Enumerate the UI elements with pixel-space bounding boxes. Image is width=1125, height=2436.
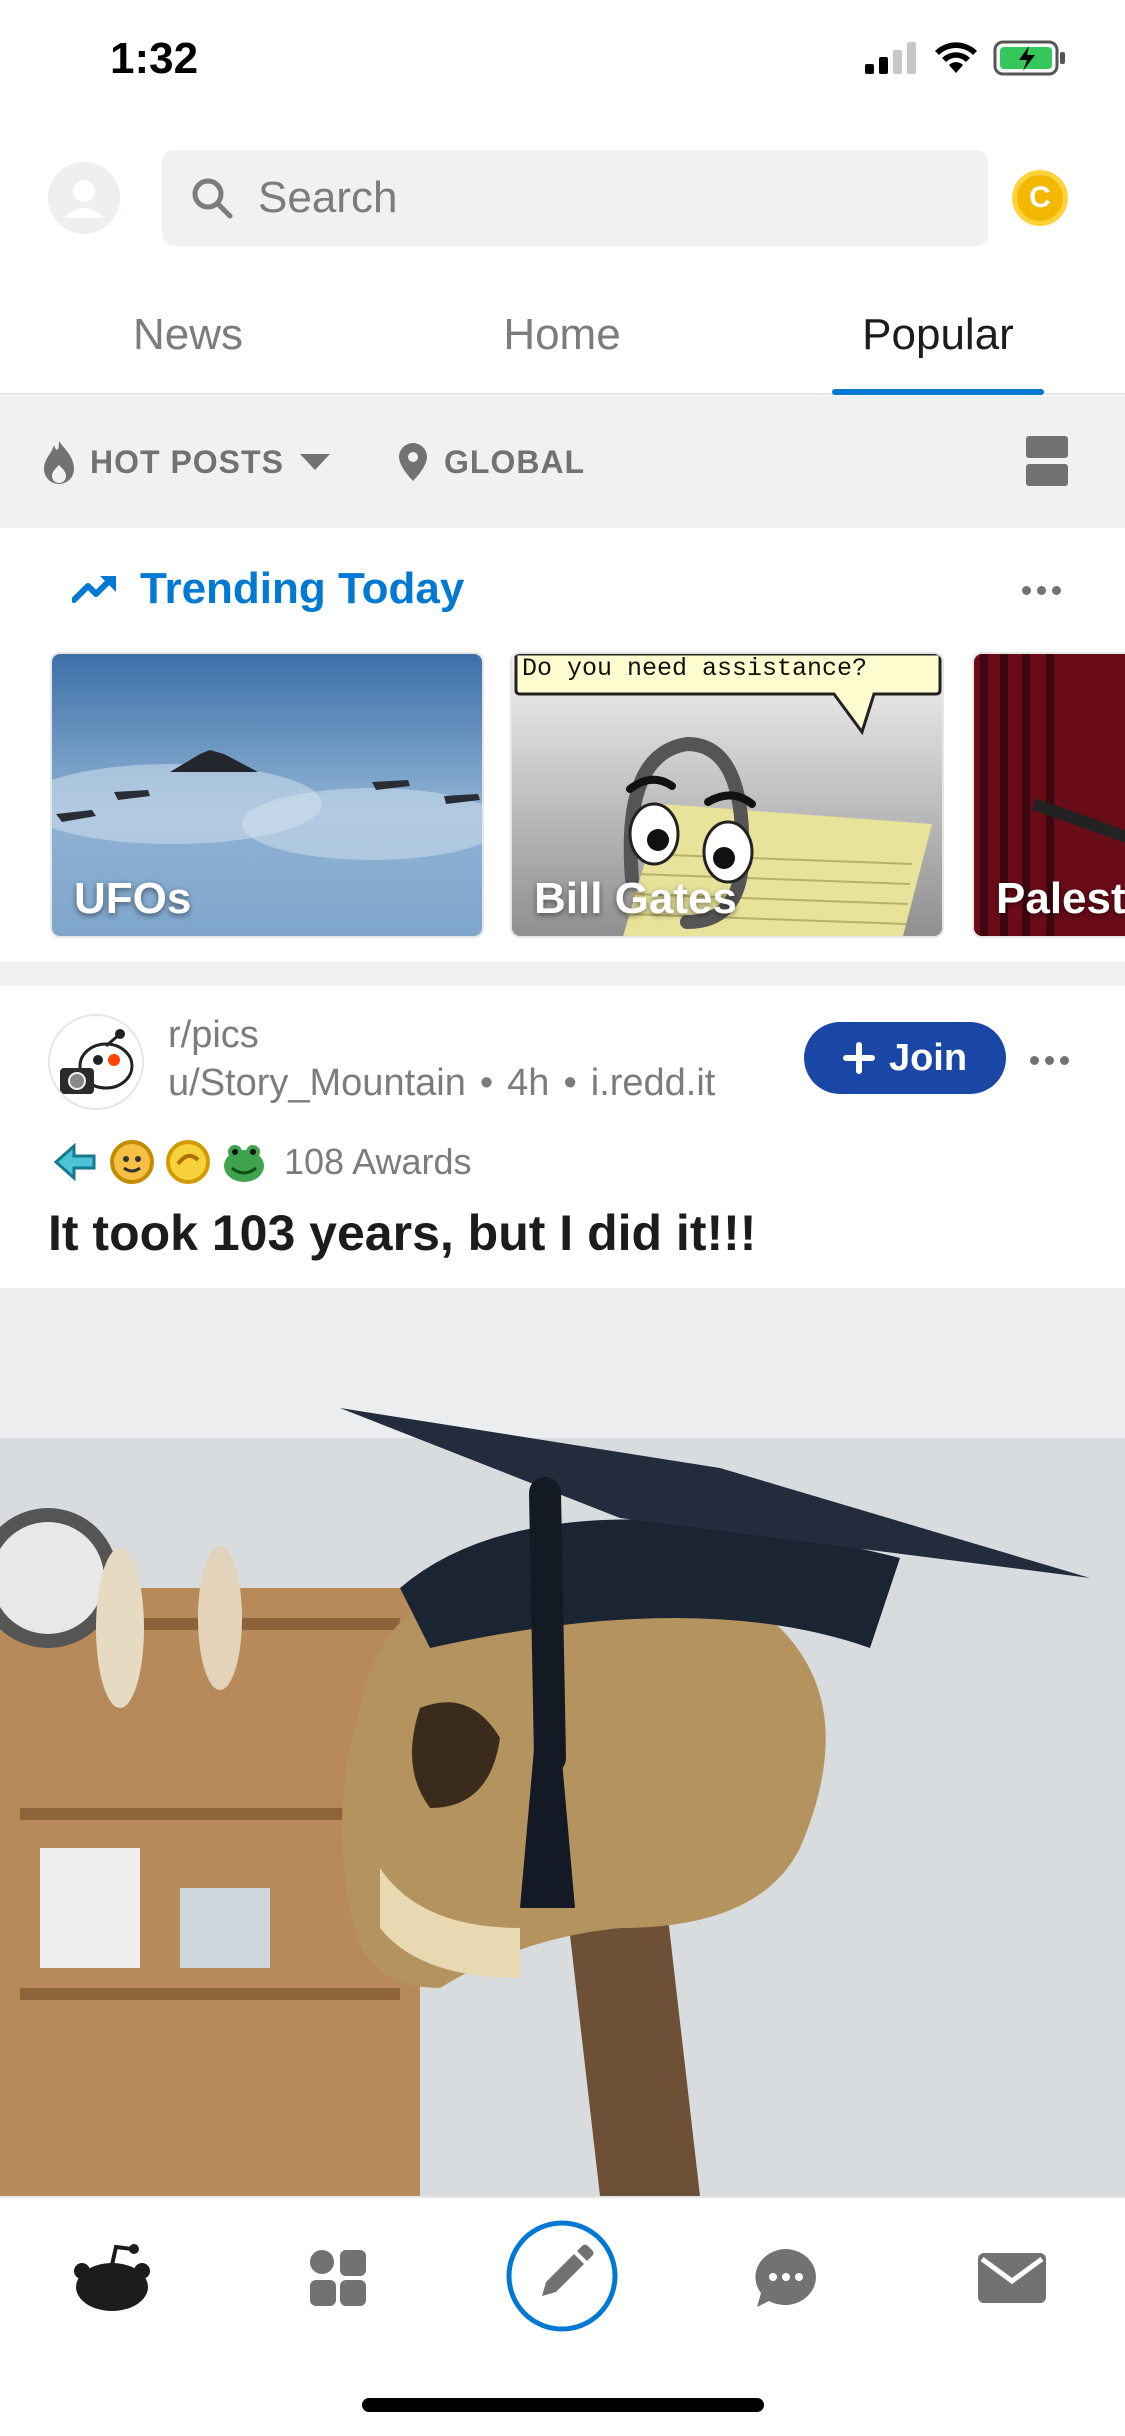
meta-separator: •	[563, 1062, 577, 1104]
gold-award-icon	[166, 1140, 210, 1184]
tab-home[interactable]: Home	[434, 275, 690, 395]
trending-card-label: UFOs	[74, 874, 192, 923]
frog-award-icon	[224, 1145, 264, 1182]
home-indicator[interactable]	[362, 2398, 764, 2412]
coin-icon[interactable]: C	[1012, 170, 1068, 226]
create-post-icon	[506, 2220, 618, 2332]
post-domain[interactable]: i.redd.it	[591, 1062, 716, 1105]
trending-more-icon[interactable]	[1022, 586, 1061, 595]
bottom-nav	[0, 2196, 1125, 2436]
trending-card-label: Palest	[996, 874, 1125, 923]
trending-card-palest[interactable]: Palest	[972, 652, 1125, 938]
post-age: 4h	[507, 1062, 550, 1104]
chat-icon	[755, 2249, 816, 2307]
nav-home[interactable]	[62, 2228, 162, 2328]
post-meta: u/Story_Mountain • 4h • i.redd.it	[168, 1062, 715, 1105]
subreddit-avatar[interactable]	[48, 1014, 144, 1110]
join-button[interactable]: Join	[804, 1022, 1006, 1094]
status-time: 1:32	[110, 34, 199, 83]
arrow-award-icon	[53, 1142, 96, 1182]
trending-card-bill-gates[interactable]: Do you need assistance? Bill Gates	[510, 652, 944, 938]
post-author[interactable]: u/Story_Mountain	[168, 1062, 466, 1105]
search-placeholder: Search	[258, 173, 398, 222]
plus-icon	[842, 1042, 875, 1074]
caret-down-icon	[299, 454, 330, 470]
sort-dropdown[interactable]: HOT POSTS	[42, 396, 332, 528]
trending-title-text: Trending Today	[140, 564, 465, 613]
card-layout-icon[interactable]	[1026, 436, 1068, 486]
section-separator	[0, 962, 1125, 986]
post-more-icon[interactable]	[1030, 1056, 1069, 1065]
feed-tabs: News Home Popular	[0, 275, 1125, 395]
trending-section: Trending Today UFOs Do you need assistan…	[0, 528, 1125, 962]
nav-create-post[interactable]	[504, 2218, 620, 2334]
subreddit-name[interactable]: r/pics	[168, 1014, 259, 1057]
location-pin-icon	[399, 443, 427, 481]
sort-label: HOT POSTS	[90, 443, 284, 480]
tab-news[interactable]: News	[60, 275, 316, 395]
post-card[interactable]: r/pics u/Story_Mountain • 4h • i.redd.it…	[0, 986, 1125, 2196]
post-title[interactable]: It took 103 years, but I did it!!!	[48, 1204, 756, 1262]
join-label: Join	[888, 1036, 968, 1079]
location-filter[interactable]: GLOBAL	[396, 396, 585, 528]
search-bar[interactable]: Search	[162, 150, 988, 246]
flame-icon	[44, 441, 74, 484]
clippy-speech-text: Do you need assistance?	[522, 654, 868, 683]
skeleton-graduation-image	[0, 1288, 1125, 2196]
user-avatar[interactable]	[48, 162, 120, 234]
active-tab-indicator	[832, 389, 1044, 395]
user-icon	[64, 180, 104, 218]
wifi-icon	[935, 42, 977, 73]
nav-inbox[interactable]	[962, 2228, 1062, 2328]
inbox-icon	[978, 2253, 1046, 2303]
status-icons	[865, 40, 1067, 76]
sort-bar: HOT POSTS GLOBAL	[0, 396, 1125, 528]
trending-cards: UFOs Do you need assistance? Bill Gates …	[50, 652, 1125, 938]
tab-popular[interactable]: Popular	[810, 275, 1066, 395]
post-image[interactable]	[0, 1288, 1125, 2196]
status-bar: 1:32	[0, 0, 1125, 130]
trending-card-label: Bill Gates	[534, 874, 737, 923]
signal-icon	[865, 42, 916, 74]
battery-charging-icon	[993, 40, 1065, 76]
search-icon	[192, 178, 233, 219]
communities-icon	[310, 2250, 366, 2306]
pics-subreddit-icon	[50, 1016, 142, 1108]
nav-chat[interactable]	[736, 2228, 836, 2328]
helpful-award-icon	[110, 1140, 154, 1184]
trending-title: Trending Today	[72, 564, 464, 614]
location-label: GLOBAL	[444, 443, 586, 480]
home-icon	[74, 2244, 150, 2311]
awards-count: 108 Awards	[284, 1141, 472, 1182]
header: Search C	[0, 130, 1125, 260]
nav-communities[interactable]	[288, 2228, 388, 2328]
meta-separator: •	[479, 1062, 494, 1104]
awards-row[interactable]: 108 Awards	[52, 1136, 471, 1188]
trending-up-icon	[72, 576, 116, 603]
trending-card-ufos[interactable]: UFOs	[50, 652, 484, 938]
